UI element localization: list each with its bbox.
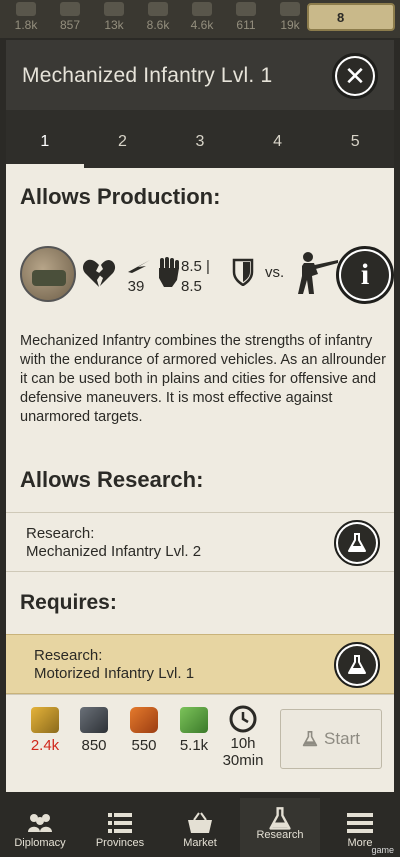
resource-oil[interactable]: 13k <box>92 0 136 32</box>
market-icon <box>188 812 212 833</box>
money-icon <box>280 2 300 16</box>
broken-heart-icon <box>82 259 116 287</box>
allows-research-heading: Allows Research: <box>20 467 204 492</box>
steel-icon <box>60 2 80 16</box>
allows-research-name: Mechanized Infantry Lvl. 2 <box>26 543 202 560</box>
level-tabs: 1 2 3 4 5 <box>6 110 394 168</box>
cost-bar: 2.4k 850 550 5.1k 10h 30min Start <box>6 694 394 792</box>
rare-icon <box>236 2 256 16</box>
bottom-navigation: Diplomacy Provinces Market Research More… <box>0 798 400 857</box>
corn-icon <box>16 2 36 16</box>
flask-icon <box>348 533 366 552</box>
cost-money-value: 5.1k <box>179 737 209 754</box>
production-unit-row: 39 8.5 | 8.5 vs. i <box>18 246 394 306</box>
cost-time: 10h 30min <box>218 705 268 769</box>
resource-corn[interactable]: 1.8k <box>4 0 48 32</box>
nav-research[interactable]: Research <box>240 798 320 857</box>
cost-money: 5.1k <box>169 707 219 754</box>
tab-level-5[interactable]: 5 <box>316 110 394 168</box>
tab-level-3[interactable]: 3 <box>161 110 239 168</box>
requires-type: Research: <box>34 647 103 664</box>
resource-rare[interactable]: 611 <box>224 0 268 32</box>
speed-icon <box>128 260 150 273</box>
modal-title: Mechanized Infantry Lvl. 1 <box>22 64 273 87</box>
close-icon: ✕ <box>337 58 373 94</box>
oil-barrel-icon <box>130 707 158 733</box>
attack-fist-icon <box>159 257 179 287</box>
money-icon <box>180 707 208 733</box>
flask-icon <box>302 731 318 747</box>
beam-icon <box>148 2 168 16</box>
requires-name: Motorized Infantry Lvl. 1 <box>34 665 195 682</box>
diplomacy-icon <box>28 814 52 832</box>
cost-corn-value: 2.4k <box>30 737 60 754</box>
cost-steel-value: 850 <box>81 737 107 754</box>
cost-corn: 2.4k <box>20 707 70 754</box>
infantry-soldier-icon <box>298 252 338 294</box>
versus-label: vs. <box>265 264 285 281</box>
resource-beam[interactable]: 8.6k <box>136 0 180 32</box>
requires-item[interactable]: Research: Motorized Infantry Lvl. 1 <box>6 634 394 694</box>
unit-info-button[interactable]: i <box>336 246 394 304</box>
cost-time-hours: 10h <box>230 735 256 752</box>
resource-ammo[interactable]: 4.6k <box>180 0 224 32</box>
start-research-button[interactable]: Start <box>280 709 382 769</box>
nav-diplomacy[interactable]: Diplomacy <box>0 798 80 857</box>
tab-level-1[interactable]: 1 <box>6 110 84 168</box>
requires-label: Research: Motorized Infantry Lvl. 1 <box>34 647 194 683</box>
allows-research-item[interactable]: Research: Mechanized Infantry Lvl. 2 <box>6 512 394 572</box>
allows-research-open-button[interactable] <box>334 520 380 566</box>
provinces-icon <box>108 813 132 833</box>
modal-header: Mechanized Infantry Lvl. 1 ✕ <box>6 40 394 110</box>
resource-steel[interactable]: 857 <box>48 0 92 32</box>
attack-value: 8.5 | <box>181 258 210 275</box>
tab-level-2[interactable]: 2 <box>84 110 162 168</box>
attack-value-2: 8.5 <box>181 278 202 295</box>
gold-counter[interactable]: 8 <box>307 3 395 31</box>
clock-icon <box>229 705 257 733</box>
resource-money[interactable]: 19k <box>268 0 312 32</box>
info-icon: i <box>341 251 389 299</box>
nav-provinces[interactable]: Provinces <box>80 798 160 857</box>
requires-heading: Requires: <box>20 591 117 614</box>
corn-icon <box>31 707 59 733</box>
oil-icon <box>104 2 124 16</box>
tab-level-4[interactable]: 4 <box>239 110 317 168</box>
cost-steel: 850 <box>69 707 119 754</box>
allows-production-heading: Allows Production: <box>20 184 221 209</box>
speed-value: 39 <box>127 278 145 295</box>
start-label: Start <box>324 729 360 748</box>
ammo-icon <box>192 2 212 16</box>
more-icon <box>347 813 373 833</box>
steel-icon <box>80 707 108 733</box>
close-button[interactable]: ✕ <box>332 53 378 99</box>
allows-research-type: Research: <box>26 525 95 542</box>
flask-icon <box>348 655 366 674</box>
cost-oil-value: 550 <box>131 737 157 754</box>
nav-market[interactable]: Market <box>160 798 240 857</box>
unit-portrait[interactable] <box>20 246 76 302</box>
cost-oil: 550 <box>119 707 169 754</box>
research-modal: Mechanized Infantry Lvl. 1 ✕ 1 2 3 4 5 A… <box>6 40 394 792</box>
unit-description: Mechanized Infantry combines the strengt… <box>20 333 386 425</box>
watermark: game <box>371 845 394 855</box>
defense-shield-icon <box>232 258 254 286</box>
cost-time-minutes: 30min <box>222 752 264 769</box>
requires-open-button[interactable] <box>334 642 380 688</box>
allows-research-label: Research: Mechanized Infantry Lvl. 2 <box>26 525 201 561</box>
